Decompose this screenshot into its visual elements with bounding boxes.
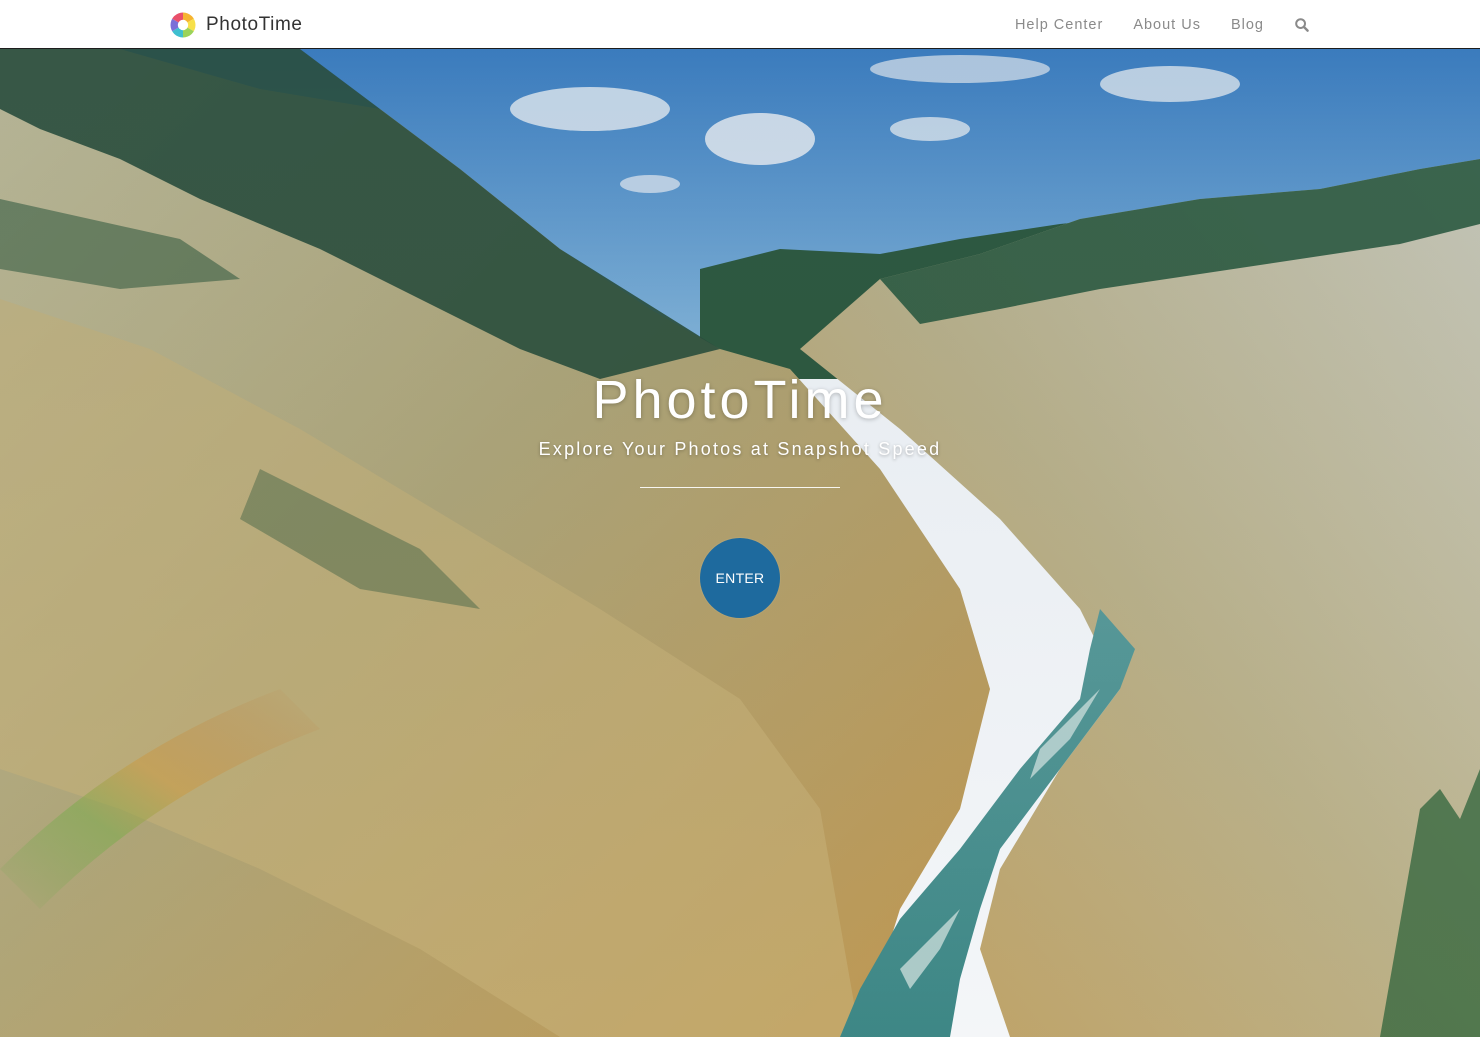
hero-section: PhotoTime Explore Your Photos at Snapsho… (0, 49, 1480, 1037)
top-navbar: PhotoTime Help Center About Us Blog (0, 0, 1480, 49)
rainbow-circle-logo-icon (170, 12, 196, 38)
brand-name: PhotoTime (206, 14, 303, 35)
nav-link-about-us[interactable]: About Us (1133, 17, 1201, 33)
hero-subtitle: Explore Your Photos at Snapshot Speed (538, 439, 942, 459)
nav-link-blog[interactable]: Blog (1231, 17, 1264, 33)
enter-button[interactable]: ENTER (700, 538, 780, 618)
search-icon[interactable] (1294, 17, 1310, 33)
hero-divider (640, 487, 840, 488)
hero-content: PhotoTime Explore Your Photos at Snapsho… (0, 369, 1480, 618)
nav-link-help-center[interactable]: Help Center (1015, 17, 1103, 33)
nav-links: Help Center About Us Blog (985, 0, 1310, 49)
brand-link[interactable]: PhotoTime (170, 11, 303, 39)
hero-title: PhotoTime (592, 370, 888, 430)
